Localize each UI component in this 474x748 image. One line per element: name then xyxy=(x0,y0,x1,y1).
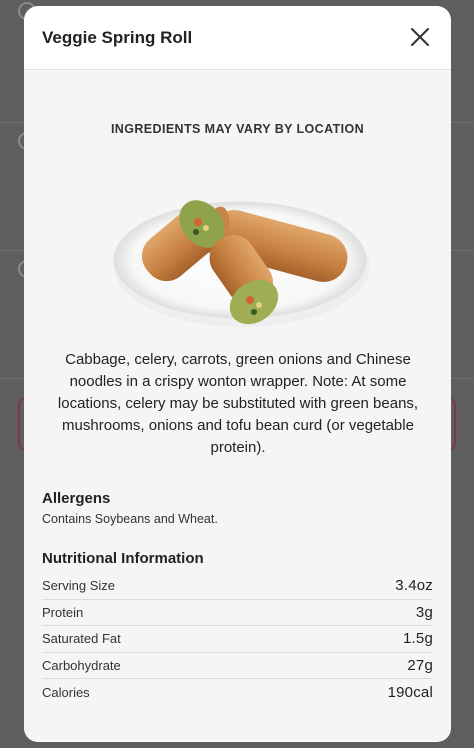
nutrition-value: 3g xyxy=(415,603,433,621)
nutrition-row: Calories 190cal xyxy=(42,679,433,706)
allergens-text: Contains Soybeans and Wheat. xyxy=(42,512,218,526)
nutrition-label: Carbohydrate xyxy=(42,657,121,673)
nutrition-value: 27g xyxy=(407,656,433,674)
close-button[interactable] xyxy=(409,26,431,48)
nutrition-label: Calories xyxy=(42,684,90,700)
close-icon xyxy=(411,28,429,46)
nutrition-label: Serving Size xyxy=(42,578,115,594)
nutrition-value: 190cal xyxy=(387,683,433,701)
nutrition-label: Saturated Fat xyxy=(42,631,121,647)
item-description: Cabbage, celery, carrots, green onions a… xyxy=(57,351,419,456)
nutrition-label: Protein xyxy=(42,604,84,620)
modal-body: INGREDIENTS MAY VARY BY LOCATION Cabbage… xyxy=(24,70,451,741)
nutrition-table: Serving Size 3.4oz Protein 3g Saturated … xyxy=(42,573,433,706)
modal-header: Veggie Spring Roll xyxy=(24,6,451,70)
hero-section: INGREDIENTS MAY VARY BY LOCATION xyxy=(24,70,451,348)
allergens-heading: Allergens xyxy=(42,490,111,507)
image-caption: INGREDIENTS MAY VARY BY LOCATION xyxy=(110,122,365,136)
nutrition-row: Carbohydrate 27g xyxy=(42,653,433,679)
nutrition-row: Protein 3g xyxy=(42,600,433,626)
nutrition-value: 1.5g xyxy=(403,630,433,648)
nutrition-row: Saturated Fat 1.5g xyxy=(42,626,433,653)
nutrition-heading: Nutritional Information xyxy=(42,550,204,567)
spring-roll-photo xyxy=(113,200,370,327)
nutrition-value: 3.4oz xyxy=(395,577,433,595)
modal-title: Veggie Spring Roll xyxy=(42,27,193,47)
item-detail-modal: Veggie Spring Roll INGREDIENTS MAY VARY … xyxy=(24,6,451,742)
nutrition-row: Serving Size 3.4oz xyxy=(42,573,433,600)
